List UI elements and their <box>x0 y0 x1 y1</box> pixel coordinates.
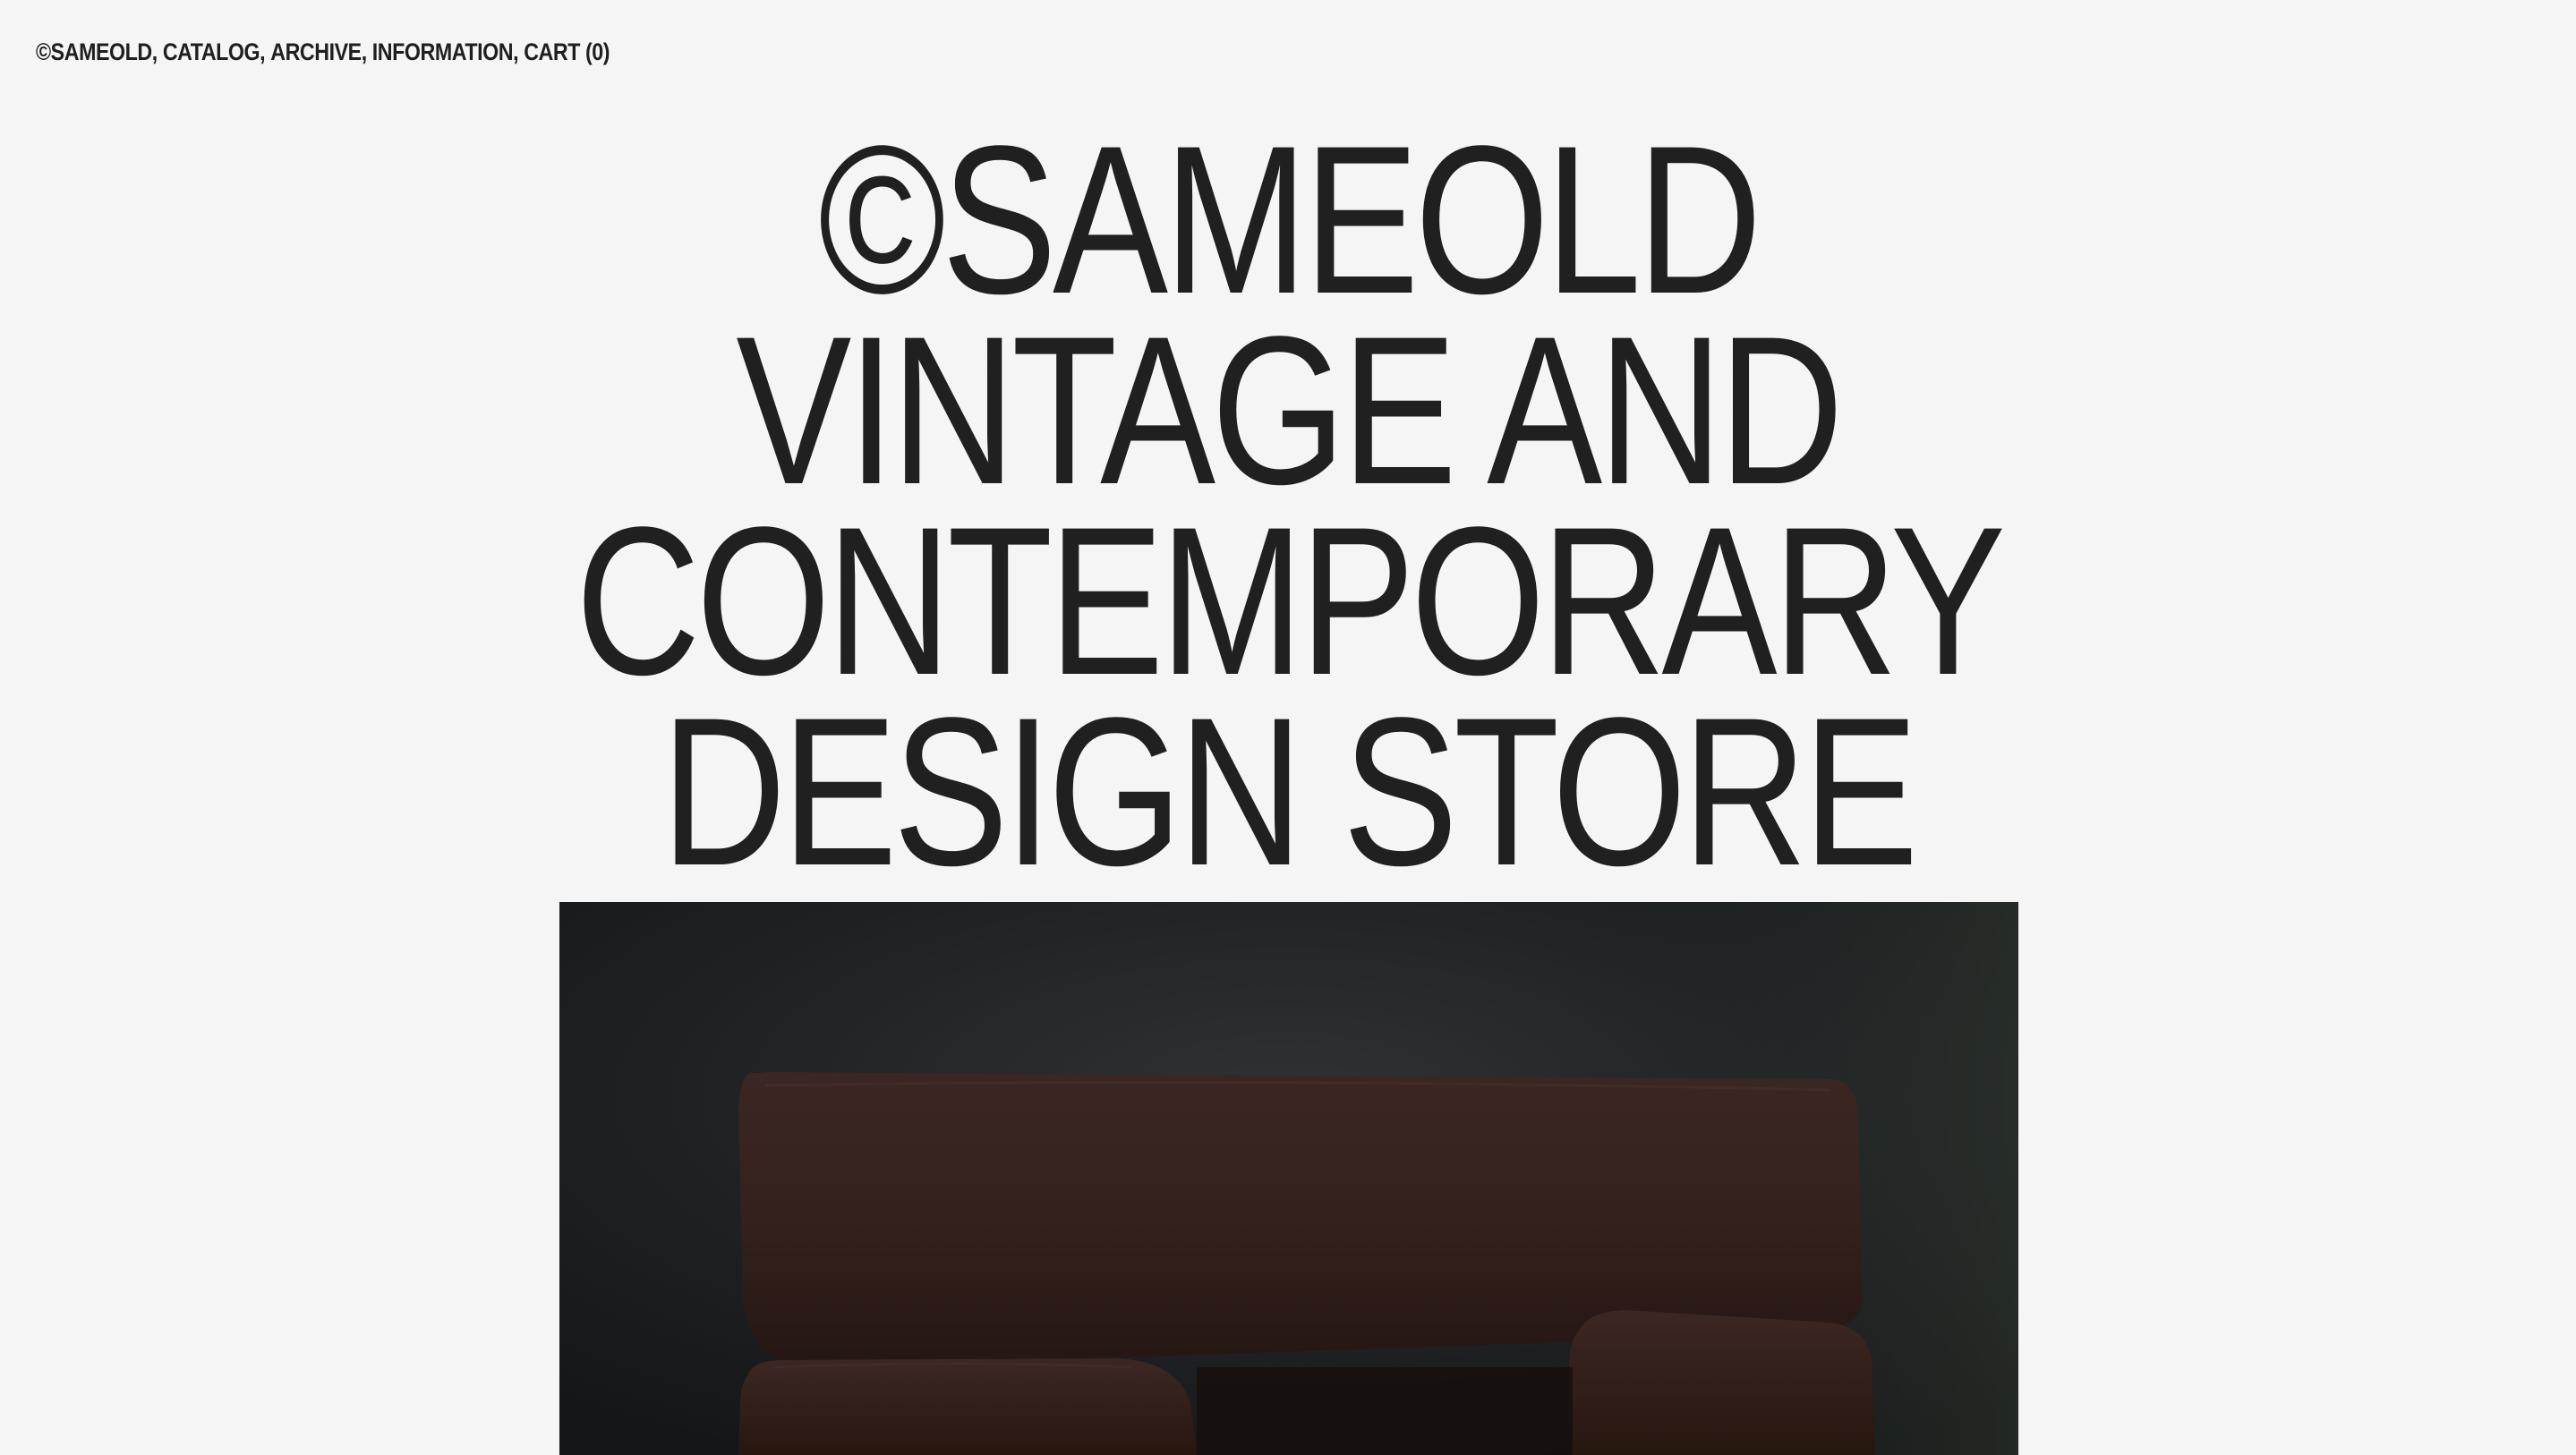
nav-separator: , <box>151 38 163 65</box>
nav-catalog-link[interactable]: CATALOG <box>163 38 260 66</box>
nav-cart-link[interactable]: CART (0) <box>524 38 610 66</box>
nav-information-link[interactable]: INFORMATION <box>372 38 514 66</box>
chair-left-arm-cushion <box>738 1358 1197 1455</box>
nav-home-link[interactable]: ©SAMEOLD <box>36 38 152 66</box>
nav-separator: , <box>260 38 271 65</box>
nav-separator: , <box>513 38 525 65</box>
hero-line-design-store: DESIGN STORE <box>661 674 1919 910</box>
chair-right-arm-cushion <box>1569 1310 1875 1455</box>
hero-heading: ©SAMEOLD VINTAGE AND CONTEMPORARY DESIGN… <box>0 102 2576 910</box>
hero-line-vintage: VINTAGE AND <box>736 293 1845 529</box>
top-navigation: ©SAMEOLD, CATALOG, ARCHIVE, INFORMATION,… <box>36 36 610 68</box>
hero-line-brand: ©SAMEOLD <box>818 102 1761 338</box>
hero-product-image[interactable] <box>559 902 2018 1455</box>
lounge-chair-illustration <box>559 902 2018 1455</box>
hero-line-contemporary: CONTEMPORARY <box>575 483 2005 719</box>
nav-separator: , <box>361 38 372 65</box>
nav-archive-link[interactable]: ARCHIVE <box>270 38 362 66</box>
